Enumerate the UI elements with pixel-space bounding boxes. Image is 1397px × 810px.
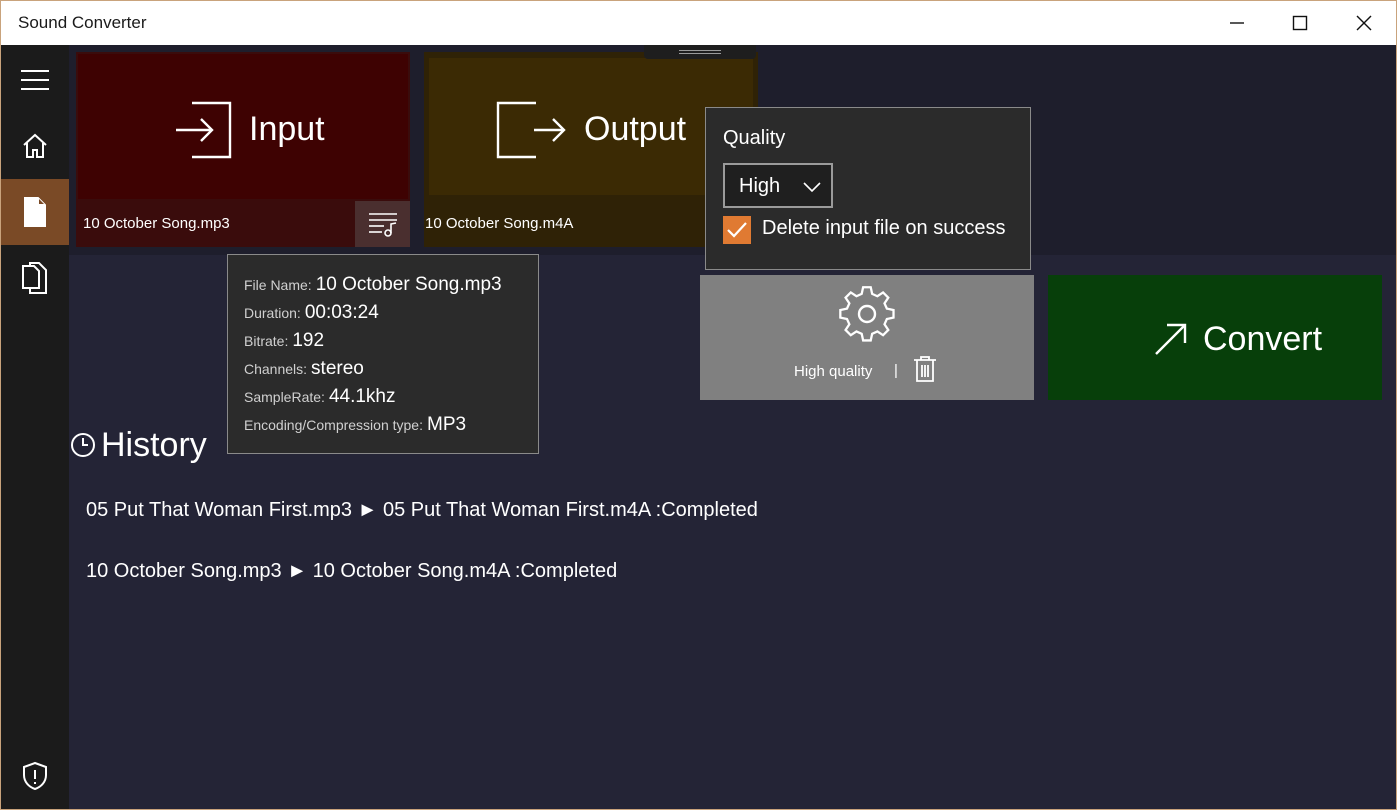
channels-row: Channels: stereo (244, 358, 538, 386)
app-window: Sound Converter Input 10 October Song.mp… (0, 0, 1397, 810)
maximize-icon (1292, 15, 1308, 31)
quality-settings-tile[interactable]: High quality | (700, 275, 1034, 400)
quality-flyout: Quality High Delete input file on succes… (705, 107, 1031, 270)
quality-selected-value: High (739, 175, 781, 197)
output-icon (494, 100, 566, 165)
playlist-music-icon (368, 213, 397, 237)
output-label: Output (584, 110, 687, 148)
trash-icon (914, 356, 936, 382)
quality-select[interactable]: High (723, 163, 833, 208)
input-tile-top (78, 54, 408, 199)
bitrate-value: 192 (292, 330, 325, 351)
nav-sidebar (1, 45, 69, 809)
channels-key: Channels: (244, 361, 308, 377)
minimize-button[interactable] (1205, 1, 1269, 45)
input-file-name: 10 October Song.mp3 (83, 215, 230, 232)
arrow-up-right-icon (1154, 322, 1188, 361)
file-name-row: File Name: 10 October Song.mp3 (244, 274, 538, 302)
convert-label: Convert (1203, 320, 1323, 358)
sidebar-item-convert-file[interactable] (1, 179, 69, 245)
hamburger-menu-icon (21, 70, 49, 90)
input-icon (174, 100, 234, 165)
window-title: Sound Converter (18, 13, 147, 32)
quality-title: Quality (723, 127, 786, 149)
convert-button[interactable]: Convert (1048, 275, 1382, 400)
maximize-button[interactable] (1268, 1, 1332, 45)
document-icon (24, 197, 46, 227)
close-icon (1356, 15, 1372, 31)
close-button[interactable] (1332, 1, 1396, 45)
quality-summary: High quality (794, 363, 873, 380)
history-item: 05 Put That Woman First.mp3 ► 05 Put Tha… (86, 499, 758, 521)
history-title: History (101, 426, 207, 464)
minimize-icon (1230, 22, 1244, 24)
duration-row: Duration: 00:03:24 (244, 302, 538, 330)
input-tile[interactable]: Input 10 October Song.mp3 (76, 52, 410, 247)
hamburger-menu-button[interactable] (1, 47, 69, 113)
channels-value: stereo (311, 358, 364, 379)
checkmark-icon (727, 222, 747, 238)
duration-key: Duration: (244, 305, 301, 321)
encoding-value: MP3 (427, 414, 467, 435)
samplerate-value: 44.1khz (328, 386, 396, 407)
encoding-row: Encoding/Compression type: MP3 (244, 414, 538, 442)
gear-icon (837, 284, 897, 349)
bitrate-key: Bitrate: (244, 333, 289, 349)
delete-input-label[interactable]: Delete input file on success (762, 217, 1005, 240)
drag-handle[interactable] (644, 45, 756, 59)
bitrate-row: Bitrate: 192 (244, 330, 538, 358)
delete-input-checkbox[interactable] (723, 216, 751, 244)
summary-separator: | (894, 362, 898, 379)
chevron-down-icon (803, 180, 821, 198)
encoding-key: Encoding/Compression type: (244, 417, 423, 433)
title-bar: Sound Converter (1, 1, 1396, 45)
copy-documents-icon (22, 262, 47, 294)
file-info-tooltip: File Name: 10 October Song.mp3 Duration: 0… (227, 254, 539, 454)
history-item: 10 October Song.mp3 ► 10 October Song.m4… (86, 560, 618, 582)
sidebar-item-privacy[interactable] (1, 743, 69, 809)
output-file-name: 10 October Song.m4A (425, 215, 574, 232)
file-name-key: File Name: (244, 277, 312, 293)
shield-icon (23, 761, 47, 791)
sidebar-item-batch-convert[interactable] (1, 245, 69, 311)
sidebar-item-home[interactable] (1, 113, 69, 179)
clock-icon (70, 432, 96, 463)
file-name-value: 10 October Song.mp3 (315, 274, 502, 295)
input-label: Input (249, 110, 325, 148)
home-icon (23, 133, 47, 158)
delete-input-indicator (913, 355, 937, 388)
file-info-button[interactable] (355, 201, 410, 247)
samplerate-row: SampleRate: 44.1khz (244, 386, 538, 414)
duration-value: 00:03:24 (304, 302, 379, 323)
samplerate-key: SampleRate: (244, 389, 325, 405)
